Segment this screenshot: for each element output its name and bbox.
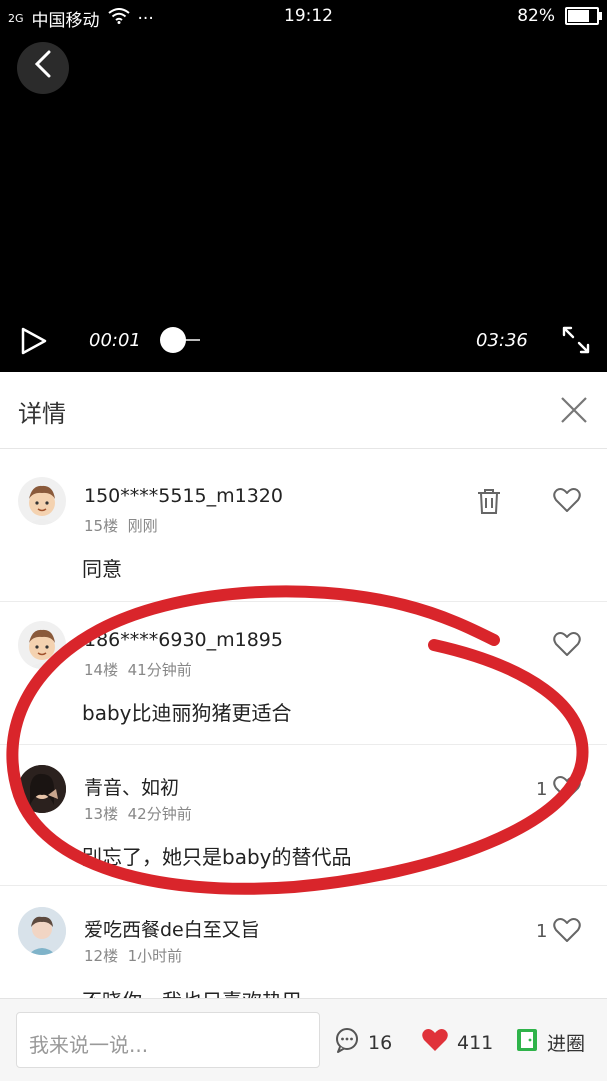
heart-icon[interactable]	[553, 487, 581, 517]
comment-input-placeholder: 我来说一说...	[29, 1033, 149, 1057]
battery-percent: 82%	[517, 6, 555, 26]
comment-floor: 13楼	[84, 805, 119, 823]
divider	[0, 885, 607, 886]
comment-time: 刚刚	[127, 517, 158, 535]
comment-count: 16	[368, 1031, 393, 1054]
signal-icon: 2G	[8, 12, 24, 25]
heart-icon[interactable]	[553, 631, 581, 661]
comment-time: 42分钟前	[127, 805, 192, 823]
status-bar: 2G 中国移动 ··· 19:12 82%	[0, 0, 607, 34]
carrier-label: 中国移动	[31, 11, 100, 31]
door-icon	[515, 1027, 539, 1058]
comment-username[interactable]: 186****6930_m1895	[84, 629, 283, 651]
comment-time: 41分钟前	[127, 661, 192, 679]
comment-item: 青音、如初 13楼 42分钟前 1 别忘了，她只是baby的替代品	[0, 765, 607, 895]
comment-text: 同意	[82, 557, 122, 581]
heart-filled-icon	[421, 1027, 449, 1058]
delete-icon[interactable]	[476, 487, 502, 519]
progress-handle[interactable]	[160, 327, 186, 353]
avatar[interactable]	[18, 477, 66, 525]
bottom-bar: 我来说一说... 16 411 进圈	[0, 998, 607, 1081]
comment-item: 150****5515_m1320 15楼 刚刚 同意	[0, 477, 607, 605]
comment-username[interactable]: 青音、如初	[84, 773, 179, 800]
comment-item: 186****6930_m1895 14楼 41分钟前 baby比迪丽狗猪更适合	[0, 621, 607, 741]
comment-floor: 15楼	[84, 517, 119, 535]
wifi-icon	[107, 8, 130, 29]
avatar[interactable]	[18, 621, 66, 669]
back-button[interactable]	[17, 42, 69, 94]
avatar[interactable]	[18, 907, 66, 955]
battery-icon	[565, 7, 602, 25]
play-icon[interactable]	[20, 326, 48, 360]
more-dots: ···	[137, 8, 154, 29]
like-button[interactable]: 411	[421, 1027, 493, 1058]
comment-input[interactable]: 我来说一说...	[16, 1012, 320, 1068]
enter-circle-label: 进圈	[547, 1033, 586, 1055]
comment-meta: 12楼 1小时前	[84, 945, 182, 966]
chevron-left-icon	[34, 50, 52, 86]
clock: 19:12	[284, 6, 333, 26]
comment-floor: 12楼	[84, 947, 119, 965]
comment-meta: 14楼 41分钟前	[84, 659, 192, 680]
comment-list[interactable]: 150****5515_m1320 15楼 刚刚 同意 186****6930_…	[0, 449, 607, 1000]
comment-meta: 15楼 刚刚	[84, 515, 158, 536]
comment-count-button[interactable]: 16	[334, 1027, 392, 1058]
comment-text: baby比迪丽狗猪更适合	[82, 701, 292, 725]
enter-circle-button[interactable]: 进圈	[515, 1027, 585, 1058]
player-controls: 00:01 03:36	[0, 318, 607, 362]
comment-floor: 14楼	[84, 661, 119, 679]
divider	[0, 744, 607, 745]
duration: 03:36	[476, 330, 528, 351]
comment-meta: 13楼 42分钟前	[84, 803, 192, 824]
detail-header: 详情	[0, 372, 607, 449]
comment-username[interactable]: 爱吃西餐de白至又旨	[84, 915, 260, 942]
fullscreen-icon[interactable]	[560, 324, 592, 360]
heart-icon[interactable]	[553, 775, 581, 805]
comment-username[interactable]: 150****5515_m1320	[84, 485, 283, 507]
close-icon[interactable]	[559, 395, 589, 429]
video-player[interactable]: 2G 中国移动 ··· 19:12 82% 00:01 03:36	[0, 0, 607, 372]
comment-text: 别忘了，她只是baby的替代品	[82, 845, 352, 869]
divider	[0, 601, 607, 602]
comment-time: 1小时前	[127, 947, 183, 965]
comment-bubble-icon	[334, 1027, 360, 1058]
heart-icon[interactable]	[553, 917, 581, 947]
avatar[interactable]	[18, 765, 66, 813]
comment-item: 爱吃西餐de白至又旨 12楼 1小时前 1 不晓你，我也只喜欢热巴	[0, 907, 607, 1000]
like-total: 411	[457, 1031, 494, 1054]
page-title: 详情	[18, 400, 66, 428]
like-count: 1	[536, 779, 548, 800]
like-count: 1	[536, 921, 548, 942]
current-time: 00:01	[89, 330, 141, 351]
